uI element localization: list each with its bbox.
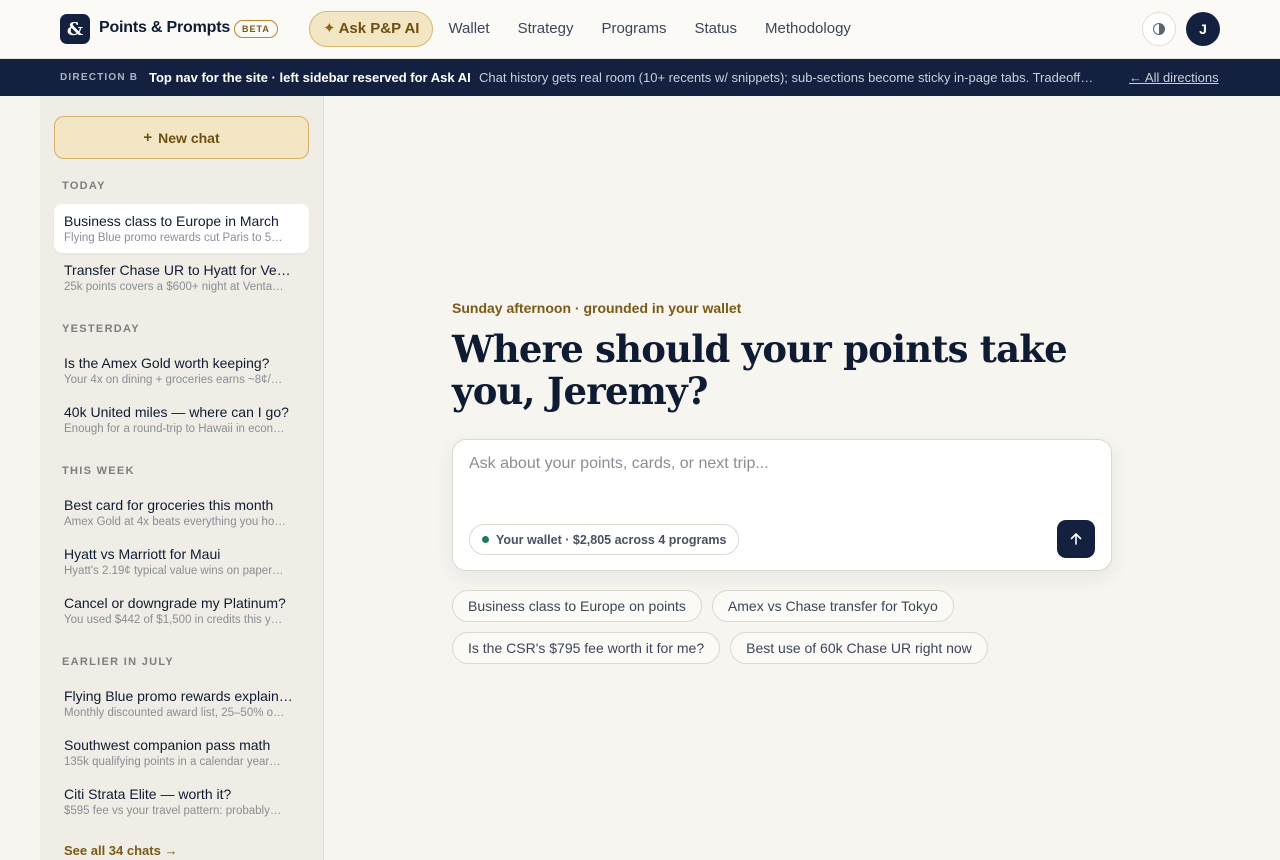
greeting-eyebrow: Sunday afternoon · grounded in your wall… <box>452 300 742 316</box>
chat-history-item[interactable]: Best card for groceries this month Amex … <box>54 488 309 537</box>
chat-history-item[interactable]: 40k United miles — where can I go? Enoug… <box>54 395 309 444</box>
new-chat-label: New chat <box>158 129 220 146</box>
chat-title: Citi Strata Elite — worth it? <box>64 786 232 802</box>
suggestion-chip[interactable]: Is the CSR's $795 fee worth it for me? <box>452 632 721 664</box>
chat-snippet: You used $442 of $1,500 in credits this … <box>64 614 283 626</box>
chat-title: Southwest companion pass math <box>64 737 271 753</box>
nav-item-label: Ask P&P AI <box>338 20 420 37</box>
chat-title: 40k United miles — where can I go? <box>64 404 289 420</box>
page-title: Where should your points take you, Jerem… <box>452 327 1068 413</box>
suggestion-chip[interactable]: Best use of 60k Chase UR right now <box>730 632 988 664</box>
chat-snippet: 135k qualifying points in a calendar yea… <box>64 756 281 768</box>
nav-item-wallet[interactable]: Wallet <box>434 11 503 47</box>
arrow-up-icon <box>1070 533 1082 545</box>
direction-banner: DIRECTION B Top nav for the site · left … <box>0 59 1280 96</box>
group-label-today: TODAY <box>62 180 106 192</box>
banner-title: Top nav for the site · left sidebar rese… <box>149 70 471 85</box>
see-all-chats-link[interactable]: See all 34 chats → <box>64 843 177 858</box>
theme-toggle-button[interactable] <box>1142 12 1176 46</box>
brand-name[interactable]: Points & Prompts <box>99 19 230 37</box>
primary-nav: ✦ Ask P&P AI Wallet Strategy Programs Sta… <box>309 11 865 47</box>
chat-sidebar: + New chat TODAY Business class to Europ… <box>40 96 324 860</box>
chat-title: Is the Amex Gold worth keeping? <box>64 355 270 371</box>
chat-input[interactable] <box>469 455 1089 473</box>
new-chat-button[interactable]: + New chat <box>54 116 309 159</box>
suggestion-chip[interactable]: Business class to Europe on points <box>452 590 702 622</box>
chat-snippet: Monthly discounted award list, 25–50% o… <box>64 707 285 719</box>
chat-title: Business class to Europe in March <box>64 213 279 229</box>
chat-snippet: Enough for a round-trip to Hawaii in eco… <box>64 423 285 435</box>
chat-history-item[interactable]: Is the Amex Gold worth keeping? Your 4x … <box>54 346 309 395</box>
send-button[interactable] <box>1057 520 1095 558</box>
chat-snippet: Flying Blue promo rewards cut Paris to 5… <box>64 232 283 244</box>
all-directions-link[interactable]: ← All directions <box>1129 70 1219 85</box>
chat-title: Hyatt vs Marriott for Maui <box>64 546 221 562</box>
chat-title: Cancel or downgrade my Platinum? <box>64 595 286 611</box>
chat-composer: Your wallet · $2,805 across 4 programs <box>452 439 1112 571</box>
group-label-earlier-in-july: EARLIER IN JULY <box>62 656 175 668</box>
nav-item-strategy[interactable]: Strategy <box>504 11 588 47</box>
chat-title: Flying Blue promo rewards explain… <box>64 688 293 704</box>
banner-tag: DIRECTION B <box>60 72 139 83</box>
chat-history-item[interactable]: Flying Blue promo rewards explain… Month… <box>54 679 309 728</box>
chat-snippet: Hyatt's 2.19¢ typical value wins on pape… <box>64 565 284 577</box>
nav-item-methodology[interactable]: Methodology <box>751 11 865 47</box>
nav-item-ask-ai[interactable]: ✦ Ask P&P AI <box>309 11 434 47</box>
logo-icon[interactable]: & <box>60 14 90 44</box>
chat-snippet: Amex Gold at 4x beats everything you ho… <box>64 516 286 528</box>
avatar[interactable]: J <box>1186 12 1220 46</box>
chat-history-item[interactable]: Transfer Chase UR to Hyatt for Ve… 25k p… <box>54 253 309 302</box>
beta-badge: BETA <box>234 20 278 38</box>
chat-history-item[interactable]: Cancel or downgrade my Platinum? You use… <box>54 586 309 635</box>
wallet-context-chip[interactable]: Your wallet · $2,805 across 4 programs <box>469 524 740 555</box>
suggestion-chip[interactable]: Amex vs Chase transfer for Tokyo <box>711 590 954 622</box>
chat-snippet: Your 4x on dining + groceries earns ~8¢/… <box>64 374 283 386</box>
nav-item-programs[interactable]: Programs <box>587 11 680 47</box>
plus-icon: + <box>143 129 153 146</box>
chat-history-item[interactable]: Citi Strata Elite — worth it? $595 fee v… <box>54 777 309 826</box>
chat-title: Best card for groceries this month <box>64 497 274 513</box>
group-label-yesterday: YESTERDAY <box>62 323 140 335</box>
chat-snippet: 25k points covers a $600+ night at Venta… <box>64 281 284 293</box>
sparkle-icon: ✦ <box>323 20 336 37</box>
group-label-this-week: THIS WEEK <box>62 465 135 477</box>
suggestion-chips: Business class to Europe on points Amex … <box>452 590 1112 664</box>
banner-description: Chat history gets real room (10+ recents… <box>479 70 1094 85</box>
top-nav: & Points & Prompts BETA ✦ Ask P&P AI Wall… <box>0 0 1280 59</box>
chat-history-item[interactable]: Southwest companion pass math 135k quali… <box>54 728 309 777</box>
chat-snippet: $595 fee vs your travel pattern: probabl… <box>64 805 282 817</box>
nav-item-status[interactable]: Status <box>680 11 751 47</box>
chat-history-item[interactable]: Hyatt vs Marriott for Maui Hyatt's 2.19¢… <box>54 537 309 586</box>
chat-history-item[interactable]: Business class to Europe in March Flying… <box>54 204 309 253</box>
wallet-chip-label: Your wallet · $2,805 across 4 programs <box>496 532 727 547</box>
chat-title: Transfer Chase UR to Hyatt for Ve… <box>64 262 291 278</box>
status-dot-icon <box>482 536 489 543</box>
contrast-icon <box>1153 23 1165 35</box>
